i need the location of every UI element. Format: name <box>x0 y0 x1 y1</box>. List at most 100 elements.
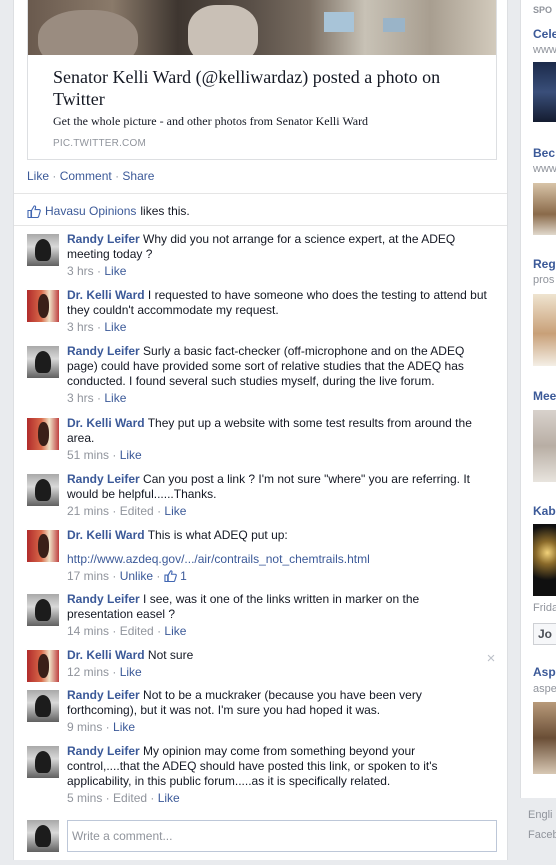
comment-timestamp[interactable]: 3 hrs <box>67 264 94 278</box>
ad-title[interactable]: Asp <box>533 665 556 679</box>
separator: · <box>52 169 57 183</box>
comment-input[interactable] <box>67 820 497 852</box>
comment-timestamp[interactable]: 3 hrs <box>67 391 94 405</box>
comment-edited-label[interactable]: Edited <box>120 504 154 518</box>
avatar[interactable] <box>27 690 59 722</box>
comment-timestamp[interactable]: 5 mins <box>67 791 102 805</box>
comment-like-button[interactable]: Like <box>164 504 186 518</box>
ad-date: Frida <box>533 602 556 614</box>
ad-url[interactable]: aspe <box>533 683 556 695</box>
thumb-up-icon <box>164 570 177 582</box>
comment-author[interactable]: Dr. Kelli Ward <box>67 416 145 430</box>
thumb-up-icon <box>27 204 41 218</box>
close-icon[interactable]: × <box>485 651 497 666</box>
footer-link-language[interactable]: Engli <box>528 809 552 821</box>
ad-url[interactable]: www <box>533 44 556 56</box>
comment-timestamp[interactable]: 17 mins <box>67 569 109 583</box>
comment-link[interactable]: http://www.azdeq.gov/.../air/contrails_n… <box>67 552 487 567</box>
comment-meta: 51 mins · Like <box>67 448 142 462</box>
ad-image[interactable] <box>533 62 556 122</box>
ad-url[interactable]: www <box>533 163 556 175</box>
comment-author[interactable]: Randy Leifer <box>67 688 140 702</box>
avatar[interactable] <box>27 594 59 626</box>
comment-timestamp[interactable]: 21 mins <box>67 504 109 518</box>
comment-body: Dr. Kelli Ward Not sure 12 mins · Like <box>67 648 487 680</box>
avatar[interactable] <box>27 418 59 450</box>
comment-unlike-button[interactable]: Unlike <box>120 569 153 583</box>
post-actions: Like · Comment · Share <box>27 169 154 183</box>
ad-image[interactable] <box>533 410 556 482</box>
ad-image[interactable] <box>533 183 556 235</box>
comment-meta: 17 mins · Unlike · 1 <box>67 569 187 583</box>
comment-author[interactable]: Randy Leifer <box>67 344 140 358</box>
separator: · <box>115 169 120 183</box>
comment-like-button[interactable]: Like <box>104 391 126 405</box>
avatar[interactable] <box>27 746 59 778</box>
comment-like-button[interactable]: Like <box>120 448 142 462</box>
avatar[interactable] <box>27 234 59 266</box>
ad-title[interactable]: Mee <box>533 389 556 403</box>
comment-body: Dr. Kelli Ward They put up a website wit… <box>67 416 487 463</box>
ad-image[interactable] <box>533 294 556 366</box>
comment-timestamp[interactable]: 12 mins <box>67 665 109 679</box>
comment-author[interactable]: Randy Leifer <box>67 232 140 246</box>
sponsored-panel: SPO Cele www Bec www Reg pros Mee Kab Fr… <box>520 0 556 798</box>
comment-meta: 14 mins · Edited · Like <box>67 624 187 638</box>
avatar[interactable] <box>27 530 59 562</box>
comment-timestamp[interactable]: 51 mins <box>67 448 109 462</box>
comment-body: Randy Leifer My opinion may come from so… <box>67 744 487 806</box>
ad-join-button[interactable]: Jo <box>533 623 556 645</box>
ad-title[interactable]: Reg <box>533 257 556 271</box>
comment-author[interactable]: Dr. Kelli Ward <box>67 288 145 302</box>
comment-like-button[interactable]: Like <box>113 720 135 734</box>
shared-link-preview[interactable]: Senator Kelli Ward (@kelliwardaz) posted… <box>27 0 497 160</box>
comment-author[interactable]: Dr. Kelli Ward <box>67 528 145 542</box>
avatar[interactable] <box>27 290 59 322</box>
shared-link-title[interactable]: Senator Kelli Ward (@kelliwardaz) posted… <box>53 66 493 110</box>
comment-like-button[interactable]: Like <box>164 624 186 638</box>
avatar[interactable] <box>27 820 59 852</box>
comment-button[interactable]: Comment <box>60 169 112 183</box>
shared-photo[interactable] <box>28 0 496 55</box>
ad-image[interactable] <box>533 524 556 596</box>
comment-author[interactable]: Randy Leifer <box>67 472 140 486</box>
ad-image[interactable] <box>533 702 556 774</box>
comment-meta: 12 mins · Like <box>67 665 142 679</box>
comment-like-button[interactable]: Like <box>104 264 126 278</box>
avatar[interactable] <box>27 650 59 682</box>
likes-summary: Havasu Opinions likes this. <box>27 204 190 218</box>
liker-page-link[interactable]: Havasu Opinions <box>45 204 136 218</box>
comment-author[interactable]: Randy Leifer <box>67 744 140 758</box>
comment-composer <box>27 820 497 854</box>
ad-title[interactable]: Bec <box>533 146 555 160</box>
like-button[interactable]: Like <box>27 169 49 183</box>
comment-author[interactable]: Dr. Kelli Ward <box>67 648 145 662</box>
avatar[interactable] <box>27 346 59 378</box>
comment-timestamp[interactable]: 9 mins <box>67 720 102 734</box>
comment-meta: 3 hrs · Like <box>67 391 127 405</box>
footer-link-facebook[interactable]: Faceb <box>528 829 556 841</box>
avatar[interactable] <box>27 474 59 506</box>
comment-timestamp[interactable]: 3 hrs <box>67 320 94 334</box>
comment-like-button[interactable]: Like <box>158 791 180 805</box>
comment-body: Dr. Kelli Ward I requested to have someo… <box>67 288 487 335</box>
comment-like-button[interactable]: Like <box>104 320 126 334</box>
comment-body: Randy Leifer Not to be a muckraker (beca… <box>67 688 487 735</box>
comment-body: Randy Leifer Surly a basic fact-checker … <box>67 344 487 406</box>
comment-like-button[interactable]: Like <box>120 665 142 679</box>
comment-timestamp[interactable]: 14 mins <box>67 624 109 638</box>
comment-text: This is what ADEQ put up: <box>147 528 288 542</box>
ad-title[interactable]: Kab <box>533 504 556 518</box>
comment-edited-label[interactable]: Edited <box>113 791 147 805</box>
comment-author[interactable]: Randy Leifer <box>67 592 140 606</box>
comment-body: Randy Leifer Can you post a link ? I'm n… <box>67 472 487 519</box>
sponsored-header: SPO <box>533 5 553 15</box>
comment-like-count[interactable]: 1 <box>164 569 187 583</box>
ad-title[interactable]: Cele <box>533 27 556 41</box>
comment-edited-label[interactable]: Edited <box>120 624 154 638</box>
comment-meta: 21 mins · Edited · Like <box>67 504 187 518</box>
share-button[interactable]: Share <box>122 169 154 183</box>
right-sidebar: SPO Cele www Bec www Reg pros Mee Kab Fr… <box>520 0 556 865</box>
comment-meta: 9 mins · Like <box>67 720 136 734</box>
comment-body: Randy Leifer I see, was it one of the li… <box>67 592 487 639</box>
